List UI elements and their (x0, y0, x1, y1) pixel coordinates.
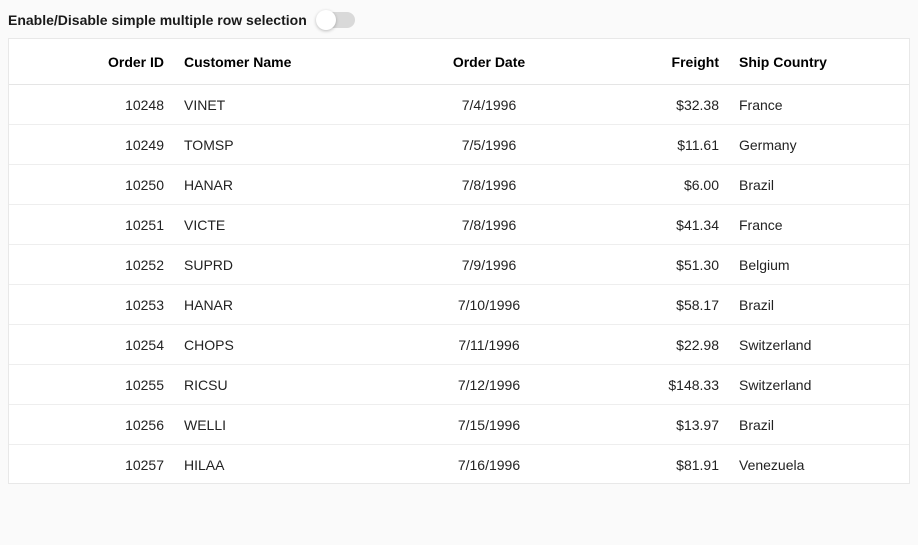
cell-ship-country: Brazil (729, 297, 889, 313)
cell-order-id: 10250 (9, 177, 174, 193)
cell-order-id: 10252 (9, 257, 174, 273)
orders-grid: Order ID Customer Name Order Date Freigh… (8, 38, 910, 484)
col-header-order-date[interactable]: Order Date (409, 54, 569, 70)
col-header-freight[interactable]: Freight (569, 54, 729, 70)
cell-freight: $13.97 (569, 417, 729, 433)
cell-freight: $11.61 (569, 137, 729, 153)
cell-order-date: 7/10/1996 (409, 297, 569, 313)
cell-customer: HANAR (174, 297, 409, 313)
cell-order-date: 7/8/1996 (409, 177, 569, 193)
cell-freight: $6.00 (569, 177, 729, 193)
cell-order-id: 10254 (9, 337, 174, 353)
cell-order-id: 10251 (9, 217, 174, 233)
multi-select-toggle[interactable] (317, 12, 355, 28)
table-row[interactable]: 10250HANAR7/8/1996$6.00Brazil (9, 165, 909, 205)
table-row[interactable]: 10253HANAR7/10/1996$58.17Brazil (9, 285, 909, 325)
cell-ship-country: Germany (729, 137, 889, 153)
cell-order-date: 7/11/1996 (409, 337, 569, 353)
cell-freight: $58.17 (569, 297, 729, 313)
cell-customer: CHOPS (174, 337, 409, 353)
cell-order-date: 7/12/1996 (409, 377, 569, 393)
toggle-knob-icon (316, 10, 336, 30)
toggle-label: Enable/Disable simple multiple row selec… (8, 12, 307, 28)
cell-freight: $32.38 (569, 97, 729, 113)
cell-order-id: 10253 (9, 297, 174, 313)
cell-order-date: 7/8/1996 (409, 217, 569, 233)
cell-customer: SUPRD (174, 257, 409, 273)
cell-customer: WELLI (174, 417, 409, 433)
cell-freight: $81.91 (569, 457, 729, 473)
cell-ship-country: France (729, 217, 889, 233)
cell-customer: RICSU (174, 377, 409, 393)
cell-customer: TOMSP (174, 137, 409, 153)
grid-header-row: Order ID Customer Name Order Date Freigh… (9, 39, 909, 85)
cell-freight: $41.34 (569, 217, 729, 233)
col-header-ship-country[interactable]: Ship Country (729, 54, 889, 70)
cell-order-date: 7/4/1996 (409, 97, 569, 113)
cell-order-id: 10256 (9, 417, 174, 433)
cell-customer: HILAA (174, 457, 409, 473)
cell-order-id: 10257 (9, 457, 174, 473)
cell-freight: $51.30 (569, 257, 729, 273)
cell-ship-country: Switzerland (729, 377, 889, 393)
cell-order-date: 7/9/1996 (409, 257, 569, 273)
cell-freight: $22.98 (569, 337, 729, 353)
col-header-customer[interactable]: Customer Name (174, 54, 409, 70)
cell-ship-country: Brazil (729, 177, 889, 193)
cell-ship-country: Belgium (729, 257, 889, 273)
table-row[interactable]: 10251VICTE7/8/1996$41.34France (9, 205, 909, 245)
cell-order-id: 10255 (9, 377, 174, 393)
cell-order-id: 10249 (9, 137, 174, 153)
cell-ship-country: Brazil (729, 417, 889, 433)
table-row[interactable]: 10249TOMSP7/5/1996$11.61Germany (9, 125, 909, 165)
cell-order-date: 7/5/1996 (409, 137, 569, 153)
cell-customer: VINET (174, 97, 409, 113)
cell-ship-country: Venezuela (729, 457, 889, 473)
cell-order-id: 10248 (9, 97, 174, 113)
cell-customer: HANAR (174, 177, 409, 193)
cell-order-date: 7/16/1996 (409, 457, 569, 473)
grid-body[interactable]: 10248VINET7/4/1996$32.38France10249TOMSP… (9, 85, 909, 483)
cell-customer: VICTE (174, 217, 409, 233)
table-row[interactable]: 10257HILAA7/16/1996$81.91Venezuela (9, 445, 909, 483)
table-row[interactable]: 10248VINET7/4/1996$32.38France (9, 85, 909, 125)
col-header-order-id[interactable]: Order ID (9, 54, 174, 70)
table-row[interactable]: 10256WELLI7/15/1996$13.97Brazil (9, 405, 909, 445)
cell-ship-country: France (729, 97, 889, 113)
cell-freight: $148.33 (569, 377, 729, 393)
toggle-row: Enable/Disable simple multiple row selec… (8, 8, 910, 38)
cell-ship-country: Switzerland (729, 337, 889, 353)
table-row[interactable]: 10254CHOPS7/11/1996$22.98Switzerland (9, 325, 909, 365)
table-row[interactable]: 10252SUPRD7/9/1996$51.30Belgium (9, 245, 909, 285)
table-row[interactable]: 10255RICSU7/12/1996$148.33Switzerland (9, 365, 909, 405)
cell-order-date: 7/15/1996 (409, 417, 569, 433)
